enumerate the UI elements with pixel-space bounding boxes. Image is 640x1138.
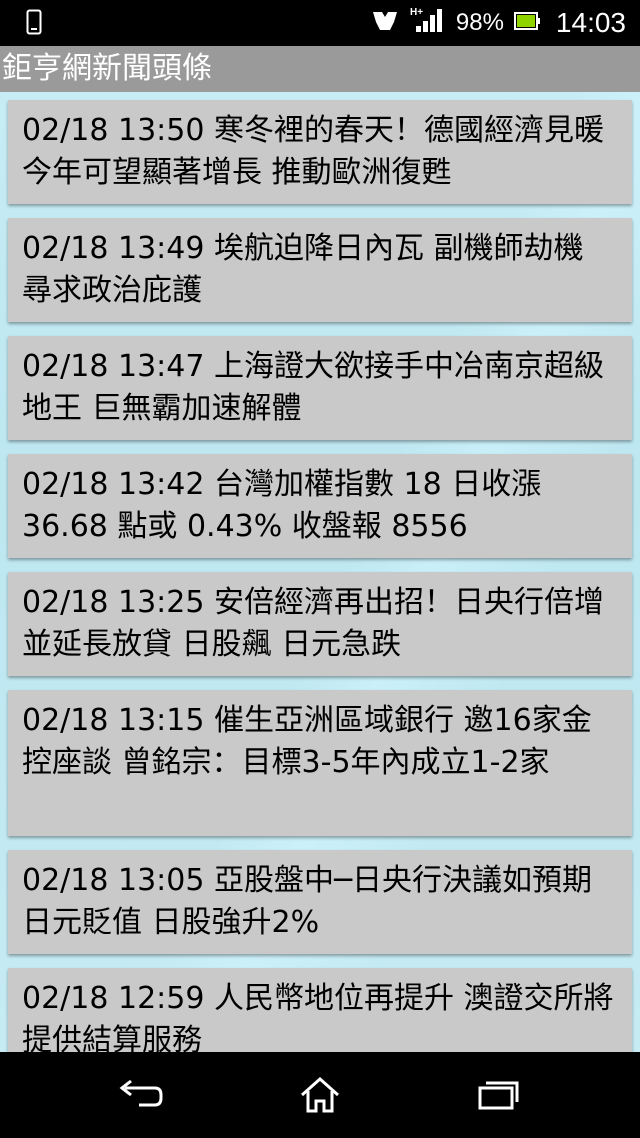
- news-item-8[interactable]: 02/18 12:59 人民幣地位再提升 澳證交所將提供結算服務: [8, 968, 632, 1052]
- news-item-3[interactable]: 02/18 13:47 上海證大欲接手中冶南京超級地王 巨無霸加速解體: [8, 336, 632, 440]
- battery-icon: [513, 11, 540, 35]
- back-button[interactable]: [112, 1070, 172, 1120]
- phone-icon: [26, 9, 42, 39]
- status-bar: H+ 98% 14:03: [0, 0, 640, 46]
- news-item-5[interactable]: 02/18 13:25 安倍經濟再出招！日央行倍增並延長放貸 日股飆 日元急跌: [8, 572, 632, 676]
- news-list: 02/18 13:50 寒冬裡的春天！德國經濟見暖 今年可望顯著增長 推動歐洲復…: [0, 92, 640, 1052]
- navigation-bar: [0, 1052, 640, 1138]
- clock: 14:03: [555, 7, 626, 38]
- app-title: 鉅亨網新聞頭條: [0, 46, 640, 92]
- news-item-4[interactable]: 02/18 13:42 台灣加權指數 18 日收漲 36.68 點或 0.43%…: [8, 454, 632, 558]
- news-item-7[interactable]: 02/18 13:05 亞股盤中─日央行決議如預期 日元貶值 日股強升2%: [8, 850, 632, 954]
- news-item-2[interactable]: 02/18 13:49 埃航迫降日內瓦 副機師劫機 尋求政治庇護: [8, 218, 632, 322]
- news-item-1[interactable]: 02/18 13:50 寒冬裡的春天！德國經濟見暖 今年可望顯著增長 推動歐洲復…: [8, 100, 632, 204]
- alarm-icon: [370, 8, 400, 38]
- news-item-6[interactable]: 02/18 13:15 催生亞洲區域銀行 邀16家金控座談 曾銘宗：目標3-5年…: [8, 690, 632, 836]
- recent-apps-button[interactable]: [468, 1070, 528, 1120]
- recent-apps-icon: [478, 1081, 519, 1110]
- battery-percent: 98%: [455, 9, 504, 36]
- signal-icon: H+: [410, 6, 446, 40]
- back-icon: [119, 1079, 163, 1107]
- network-label: H+: [410, 7, 423, 18]
- home-icon: [301, 1076, 339, 1113]
- home-button[interactable]: [290, 1070, 350, 1120]
